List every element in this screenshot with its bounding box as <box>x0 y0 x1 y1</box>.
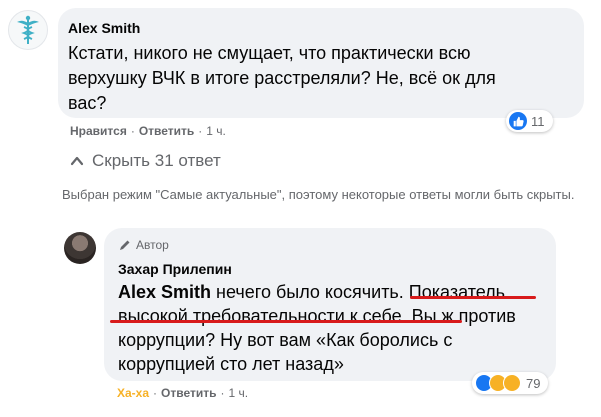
reply-time[interactable]: 1 ч. <box>228 386 248 400</box>
reply-button[interactable]: Ответить <box>139 124 194 138</box>
wow-icon <box>503 374 521 392</box>
reply-button[interactable]: Ответить <box>161 386 216 400</box>
hide-replies-button[interactable]: Скрыть 31 ответ <box>70 151 221 171</box>
like-button[interactable]: Нравится <box>70 124 127 138</box>
comment-text: Кстати, никого не смущает, что практичес… <box>68 43 496 113</box>
comment-author[interactable]: Alex Smith <box>68 20 140 36</box>
reply-bubble: Автор Захар Прилепин Alex Smith нечего б… <box>104 228 556 381</box>
avatar[interactable] <box>64 232 96 264</box>
chevron-up-icon <box>70 156 84 166</box>
caduceus-icon <box>17 15 39 44</box>
comment-bubble: Alex Smith Кстати, никого не смущает, чт… <box>58 8 584 118</box>
avatar[interactable] <box>8 10 48 50</box>
author-badge: Автор <box>118 238 169 252</box>
reply-text: Alex Smith нечего было косячить. Показат… <box>118 280 548 376</box>
pen-icon <box>120 240 130 250</box>
underline-mark <box>410 296 536 299</box>
reaction-summary[interactable]: 79 <box>472 372 549 394</box>
mention-link[interactable]: Alex Smith <box>118 282 211 302</box>
reaction-count: 79 <box>526 375 541 391</box>
comment-actions: Нравится · Ответить · 1 ч. <box>70 124 226 138</box>
reaction-count: 11 <box>531 113 545 129</box>
reply-actions: Ха-ха · Ответить · 1 ч. <box>117 386 249 400</box>
author-badge-label: Автор <box>136 238 169 252</box>
haha-reaction-button[interactable]: Ха-ха <box>117 386 149 400</box>
reply-author[interactable]: Захар Прилепин <box>118 261 232 277</box>
hide-replies-label: Скрыть 31 ответ <box>92 151 221 170</box>
comment-time[interactable]: 1 ч. <box>206 124 226 138</box>
sort-notice: Выбран режим "Самые актуальные", поэтому… <box>62 187 575 202</box>
reaction-summary[interactable]: 11 <box>506 110 553 132</box>
like-icon <box>509 112 527 130</box>
underline-mark <box>110 320 462 323</box>
